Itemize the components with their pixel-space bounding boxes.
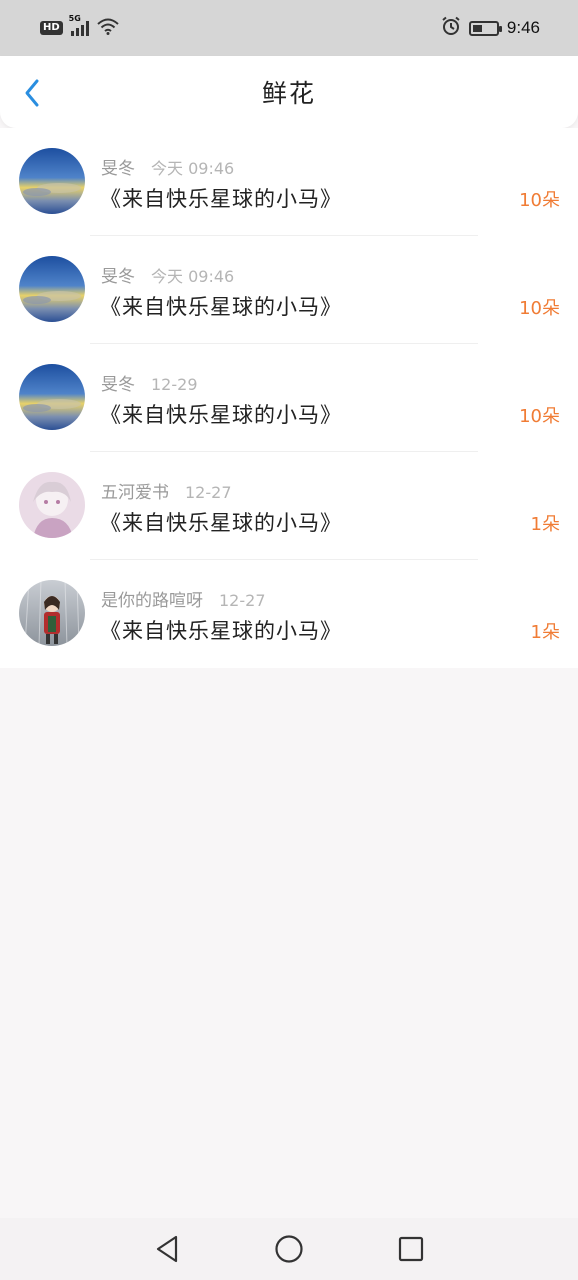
hd-icon: HD [40,21,63,35]
item-meta: 旻冬 今天 09:46 [101,154,234,179]
alarm-icon [441,16,461,40]
item-meta: 五河爱书 12-27 [101,478,232,503]
flower-count: 10朵 [519,406,560,427]
list-item[interactable]: 旻冬 今天 09:46 《来自快乐星球的小马》 10朵 [0,236,578,344]
sky-avatar[interactable] [19,364,85,430]
status-time: 9:46 [506,18,540,37]
timestamp: 今天 09:46 [151,159,235,178]
header: 鲜花 [0,56,578,128]
book-title[interactable]: 《来自快乐星球的小马》 [100,507,342,537]
item-meta: 是你的路喧呀 12-27 [101,586,266,611]
username[interactable]: 旻冬 [101,262,135,287]
sky-avatar[interactable] [19,148,85,214]
recents-square-icon [398,1236,424,1262]
umbrella-girl-avatar[interactable] [19,580,85,646]
flower-count: 1朵 [530,622,560,643]
battery-icon [468,20,502,36]
flower-count: 10朵 [519,298,560,319]
home-circle-icon [275,1235,303,1263]
nav-recents-button[interactable] [395,1233,427,1265]
book-title[interactable]: 《来自快乐星球的小马》 [100,399,342,429]
list-item[interactable]: 五河爱书 12-27 《来自快乐星球的小马》 1朵 [0,452,578,560]
flower-list: 旻冬 今天 09:46 《来自快乐星球的小马》 10朵 旻冬 今天 09:46 … [0,128,578,668]
book-title[interactable]: 《来自快乐星球的小马》 [100,615,342,645]
page-title: 鲜花 [261,79,316,108]
signal-icon: 5G [69,14,89,36]
nav-home-button[interactable] [273,1233,305,1265]
username[interactable]: 旻冬 [101,154,135,179]
flower-count: 1朵 [530,514,560,535]
list-item[interactable]: 旻冬 12-29 《来自快乐星球的小马》 10朵 [0,344,578,452]
item-meta: 旻冬 今天 09:46 [101,262,234,287]
username[interactable]: 五河爱书 [101,478,169,503]
timestamp: 今天 09:46 [151,267,235,286]
username[interactable]: 旻冬 [101,370,135,395]
status-right: 9:46 [441,16,540,40]
wifi-icon [97,17,119,39]
book-title[interactable]: 《来自快乐星球的小马》 [100,291,342,321]
chevron-left-icon [25,79,39,107]
list-item[interactable]: 旻冬 今天 09:46 《来自快乐星球的小马》 10朵 [0,128,578,236]
timestamp: 12-27 [219,591,266,610]
back-button[interactable] [18,78,46,108]
book-title[interactable]: 《来自快乐星球的小马》 [100,183,342,213]
nav-back-button[interactable] [151,1233,183,1265]
timestamp: 12-27 [185,483,232,502]
sky-avatar[interactable] [19,256,85,322]
back-triangle-icon [156,1235,178,1263]
network-type-label: 5G [68,14,81,23]
status-left: HD 5G [40,14,119,39]
item-meta: 旻冬 12-29 [101,370,198,395]
timestamp: 12-29 [151,375,198,394]
flower-count: 10朵 [519,190,560,211]
username[interactable]: 是你的路喧呀 [101,586,203,611]
status-bar: HD 5G 9:46 [0,0,578,56]
anime-girl-avatar[interactable] [19,472,85,538]
system-nav-bar [0,1218,578,1280]
list-item[interactable]: 是你的路喧呀 12-27 《来自快乐星球的小马》 1朵 [0,560,578,668]
